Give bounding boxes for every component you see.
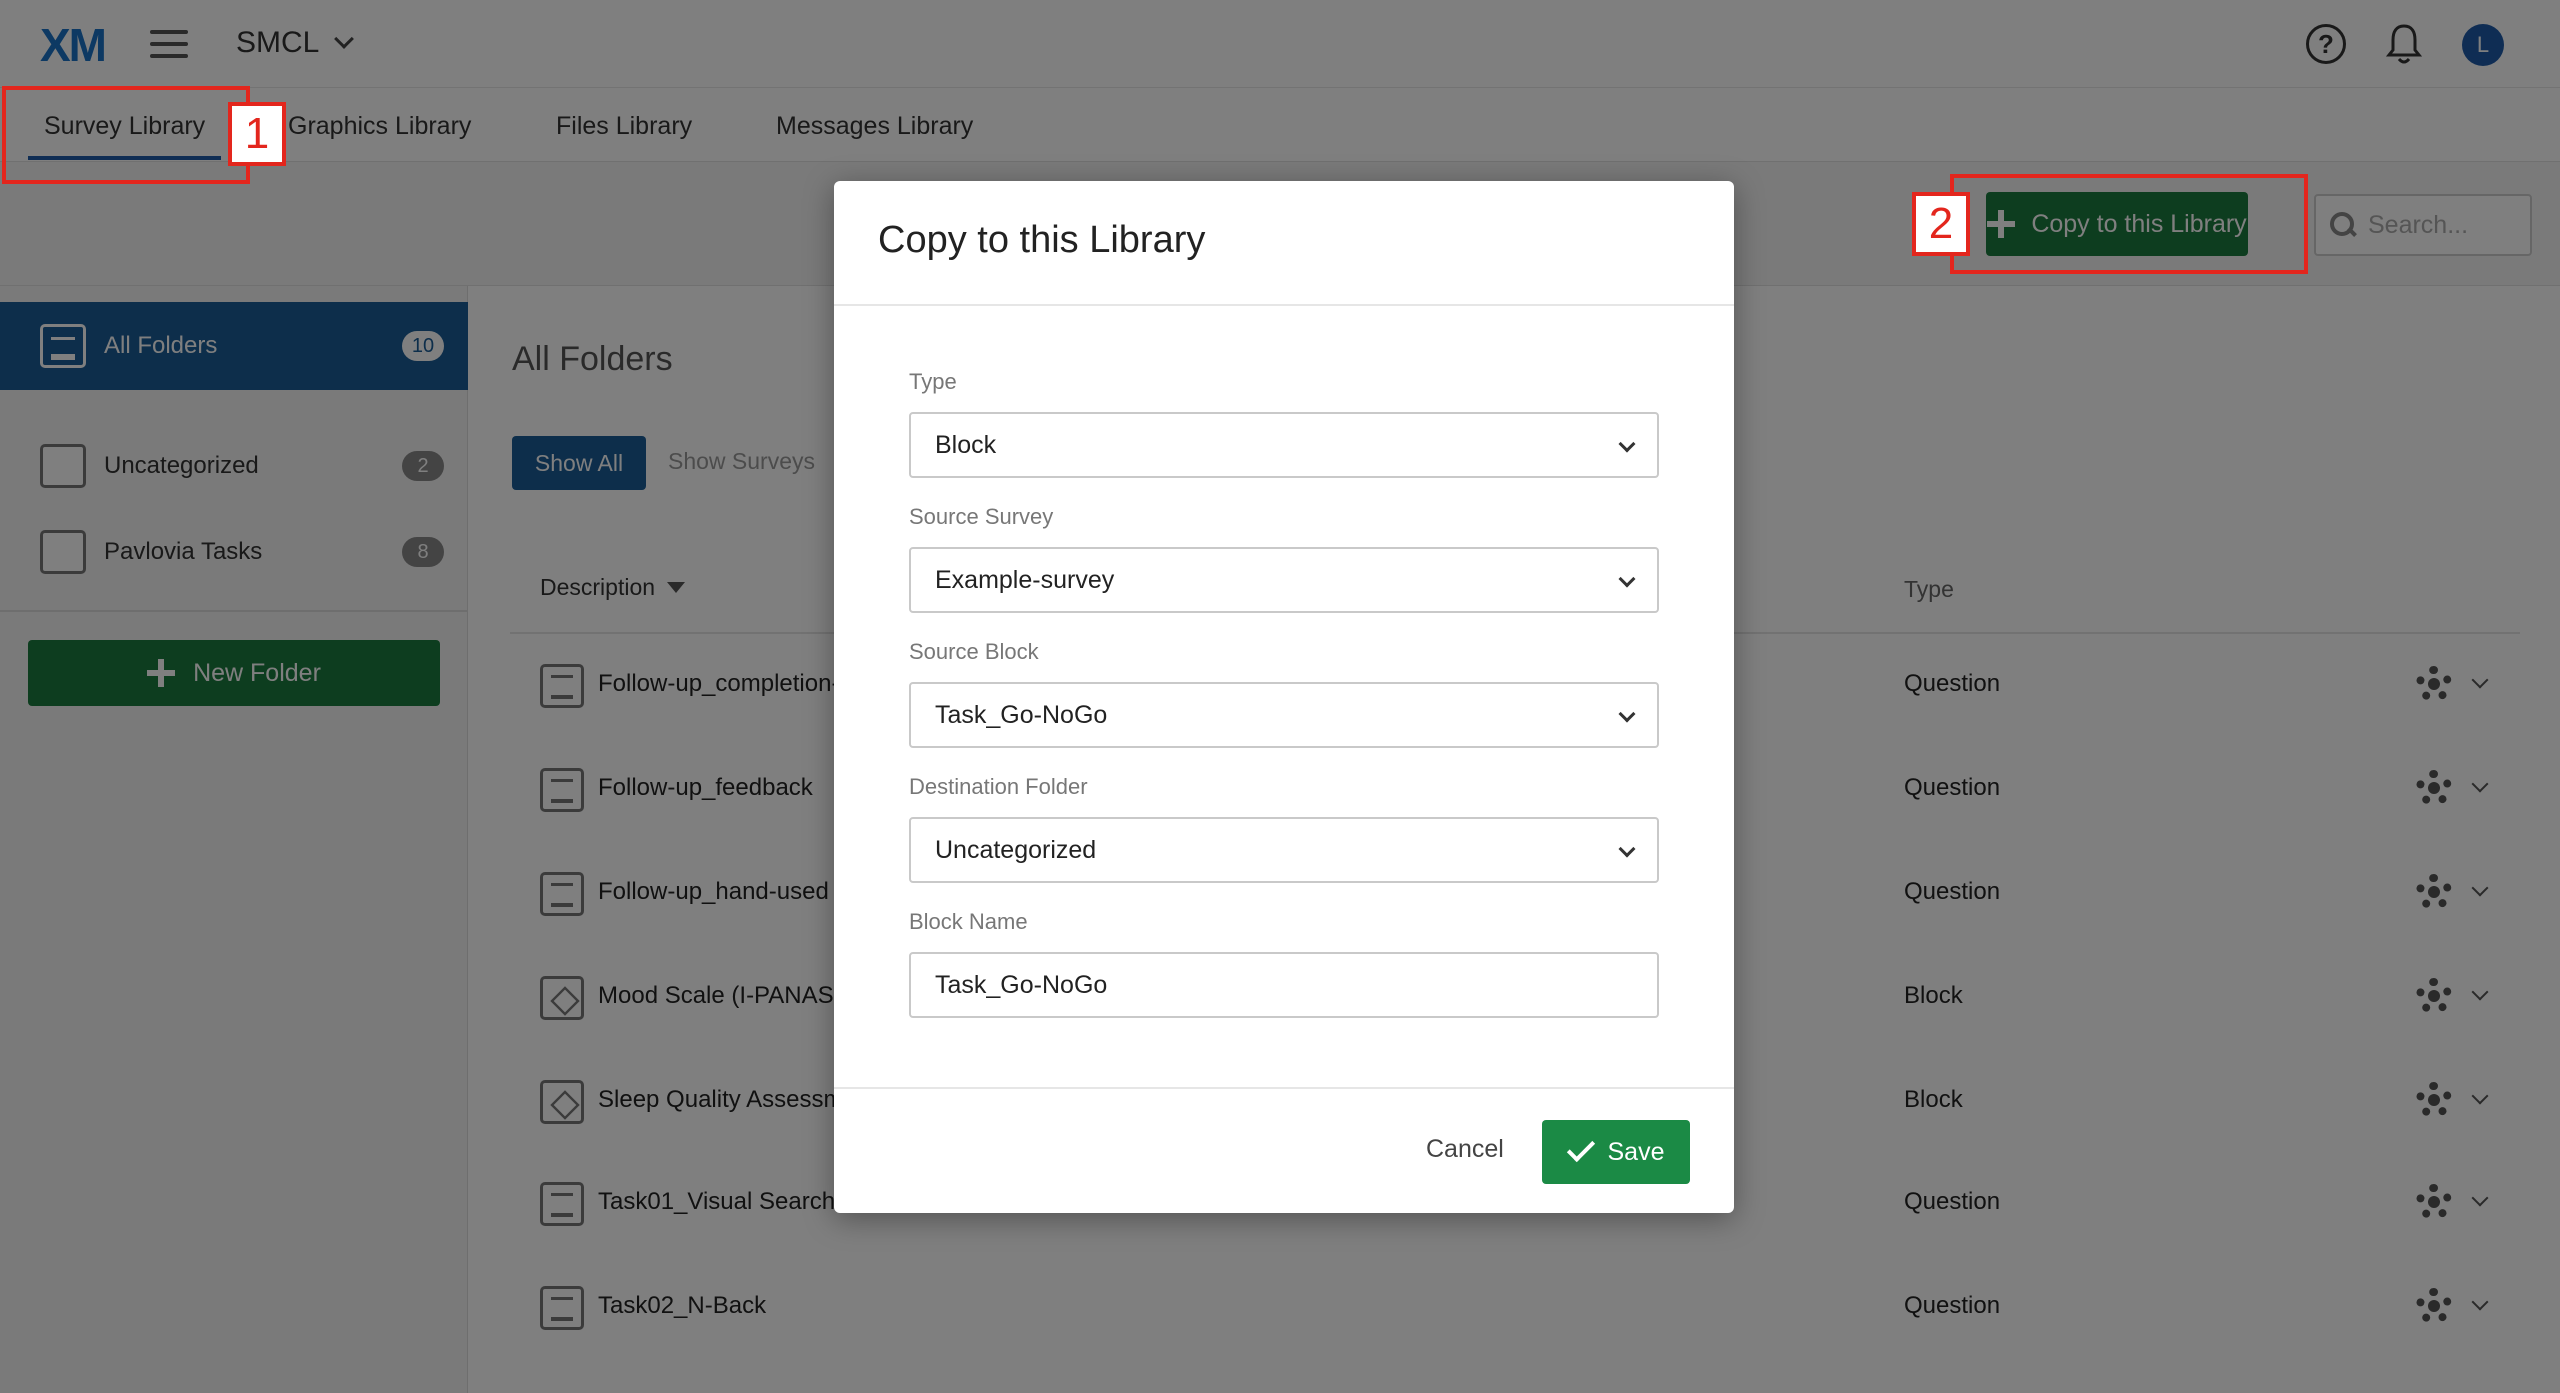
chevron-down-icon: [1618, 840, 1636, 858]
block-name-label: Block Name: [909, 909, 1028, 934]
source-block-label: Source Block: [909, 639, 1039, 664]
dialog-title: Copy to this Library: [878, 219, 1206, 261]
chevron-down-icon: [1618, 570, 1636, 588]
destination-folder-label: Destination Folder: [909, 774, 1088, 799]
copy-to-library-dialog: Copy to this Library Type Block Source S…: [834, 181, 1734, 1213]
destination-folder-value: Uncategorized: [935, 836, 1097, 864]
annotation-box-2: [1950, 174, 2308, 274]
source-survey-label: Source Survey: [909, 504, 1054, 529]
source-survey-select[interactable]: Example-survey: [909, 547, 1659, 613]
cancel-button[interactable]: Cancel: [1426, 1135, 1504, 1164]
save-button[interactable]: Save: [1542, 1120, 1690, 1184]
type-label: Type: [909, 369, 957, 394]
annotation-marker-1: 1: [228, 102, 286, 166]
source-block-select[interactable]: Task_Go-NoGo: [909, 682, 1659, 748]
destination-folder-select[interactable]: Uncategorized: [909, 817, 1659, 883]
source-survey-value: Example-survey: [935, 566, 1115, 594]
chevron-down-icon: [1618, 705, 1636, 723]
annotation-marker-2: 2: [1912, 192, 1970, 256]
source-block-value: Task_Go-NoGo: [935, 701, 1108, 729]
type-select[interactable]: Block: [909, 412, 1659, 478]
annotation-box-1: [2, 86, 250, 184]
checkmark-icon: [1566, 1133, 1595, 1163]
block-name-input[interactable]: Task_Go-NoGo: [909, 952, 1659, 1018]
save-label: Save: [1607, 1137, 1665, 1166]
dialog-header-divider: [834, 304, 1734, 306]
chevron-down-icon: [1618, 435, 1636, 453]
dialog-footer-divider: [834, 1087, 1734, 1089]
type-value: Block: [935, 431, 997, 459]
